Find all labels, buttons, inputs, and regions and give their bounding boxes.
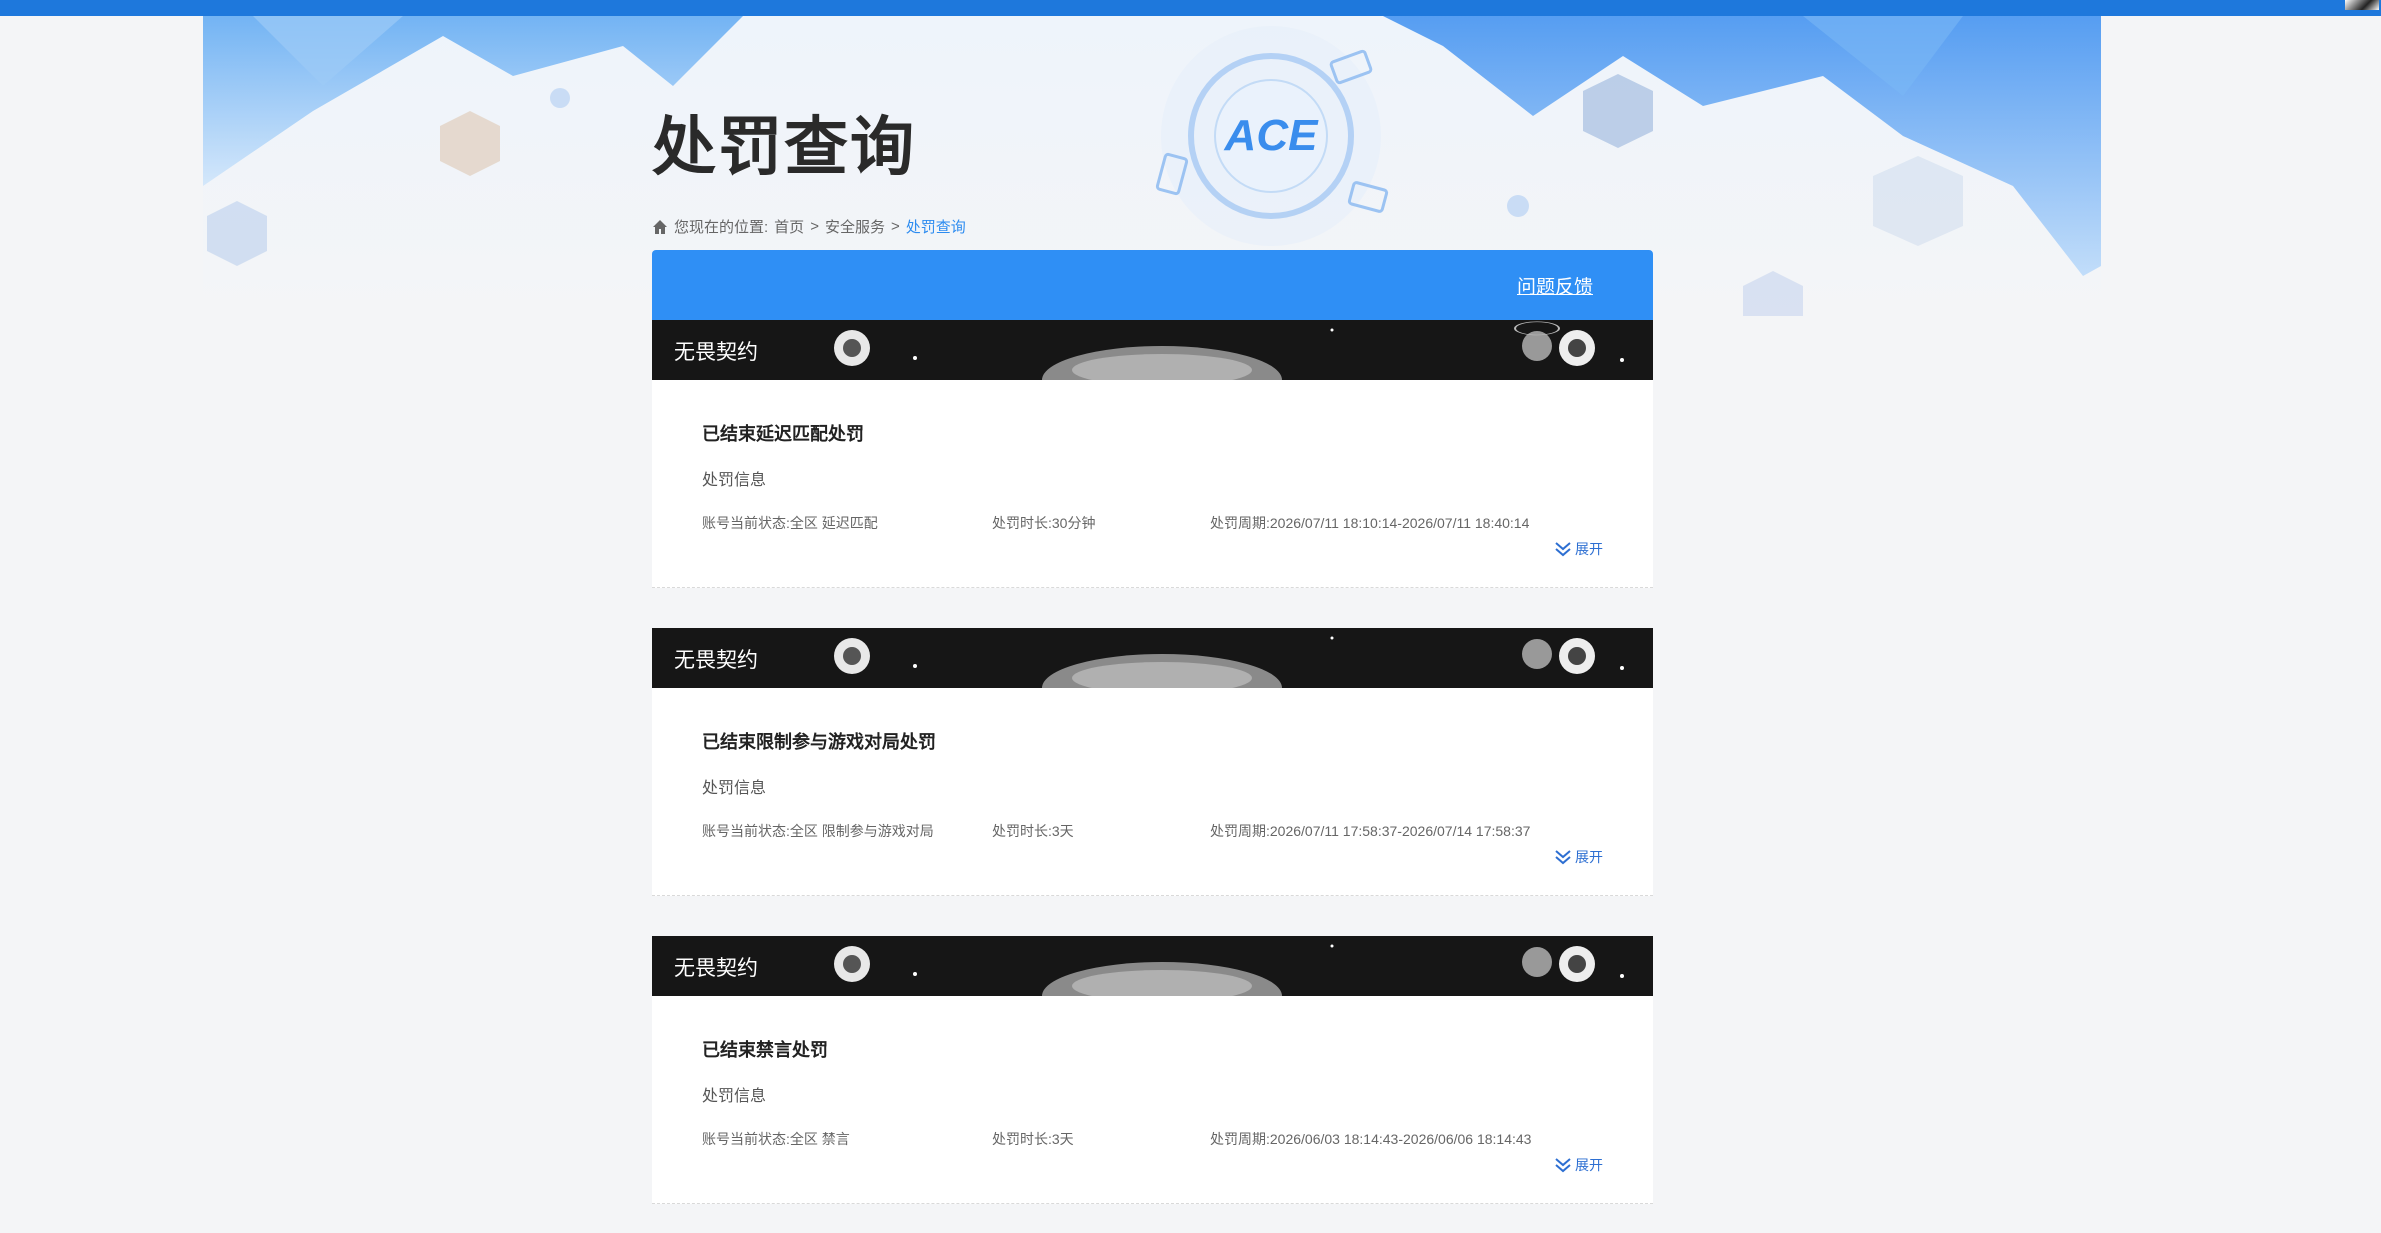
home-icon (653, 219, 667, 234)
space-illustration (834, 636, 1624, 688)
feedback-link[interactable]: 问题反馈 (1517, 272, 1593, 299)
penalty-subtitle: 处罚信息 (702, 472, 767, 489)
penalty-subtitle: 处罚信息 (702, 1088, 767, 1105)
penalty-card: 无畏契约 已结束限制参与游戏对局处罚 处罚信息 账号当前状态:全区 限制参与游戏… (652, 628, 1653, 896)
penalty-title: 已结束限制参与游戏对局处罚 (702, 732, 936, 752)
expand-label: 展开 (1575, 541, 1603, 557)
penalty-title: 已结束禁言处罚 (702, 1040, 828, 1060)
space-illustration (834, 321, 1624, 380)
expand-button[interactable]: 展开 (1554, 847, 1603, 867)
game-strip: 无畏契约 (652, 628, 1653, 688)
penalty-period: 处罚周期:2026/07/11 18:10:14-2026/07/11 18:4… (1210, 515, 1530, 531)
ace-logo: ACE (1224, 111, 1320, 160)
penalty-duration: 处罚时长:30分钟 (992, 515, 1096, 531)
top-bar (0, 0, 2381, 16)
account-status: 账号当前状态:全区 限制参与游戏对局 (702, 823, 934, 839)
avatar[interactable] (2345, 0, 2379, 10)
penalty-duration: 处罚时长:3天 (992, 823, 1074, 839)
double-chevron-down-icon (1555, 1158, 1571, 1173)
breadcrumb: 您现在的位置: 首页 > 安全服务 > 处罚查询 (652, 216, 966, 237)
penalty-duration: 处罚时长:3天 (992, 1131, 1074, 1147)
game-name: 无畏契约 (674, 957, 758, 980)
breadcrumb-prefix: 您现在的位置: (674, 219, 769, 236)
game-strip: 无畏契约 (652, 936, 1653, 996)
double-chevron-down-icon (1555, 542, 1571, 557)
expand-button[interactable]: 展开 (1554, 1155, 1603, 1175)
penalty-title: 已结束延迟匹配处罚 (702, 424, 864, 444)
game-name: 无畏契约 (674, 341, 758, 364)
expand-button[interactable]: 展开 (1554, 539, 1603, 559)
breadcrumb-separator: > (890, 218, 900, 235)
breadcrumb-current: 处罚查询 (905, 219, 966, 236)
account-status: 账号当前状态:全区 延迟匹配 (702, 515, 878, 531)
expand-label: 展开 (1575, 849, 1603, 865)
penalty-period: 处罚周期:2026/06/03 18:14:43-2026/06/06 18:1… (1210, 1131, 1532, 1147)
expand-label: 展开 (1575, 1157, 1603, 1173)
space-illustration (834, 944, 1624, 996)
panel-header: 问题反馈 (652, 250, 1653, 320)
double-chevron-down-icon (1555, 850, 1571, 865)
game-name: 无畏契约 (674, 649, 758, 672)
game-strip: 无畏契约 (652, 320, 1653, 380)
breadcrumb-section[interactable]: 安全服务 (825, 216, 885, 237)
penalty-period: 处罚周期:2026/07/11 17:58:37-2026/07/14 17:5… (1210, 823, 1531, 839)
breadcrumb-separator: > (810, 218, 819, 235)
page-title: 处罚查询 (652, 111, 916, 185)
account-status: 账号当前状态:全区 禁言 (702, 1131, 850, 1147)
penalty-card: 无畏契约 已结束延迟匹配处罚 处罚信息 账号当前状态:全区 延迟匹配 处罚时长:… (652, 320, 1653, 588)
penalty-subtitle: 处罚信息 (702, 780, 767, 797)
penalty-card: 无畏契约 已结束禁言处罚 处罚信息 账号当前状态:全区 禁言 处罚时长:3天 处… (652, 936, 1653, 1204)
breadcrumb-home[interactable]: 首页 (774, 216, 804, 237)
